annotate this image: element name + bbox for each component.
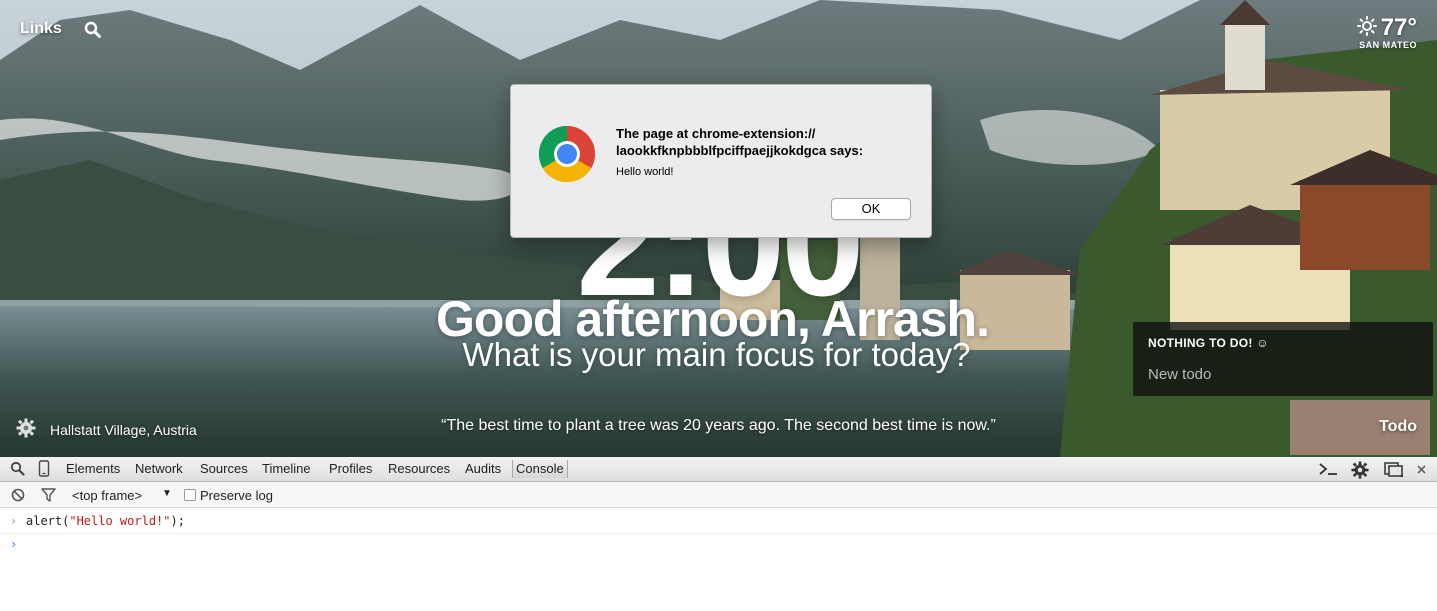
code-string: "Hello world!"	[69, 514, 171, 528]
ok-button[interactable]: OK	[831, 198, 911, 220]
todo-panel: NOTHING TO DO! ☺ New todo	[1133, 322, 1433, 396]
alert-dialog: The page at chrome-extension:// laookkfk…	[510, 84, 932, 238]
search-icon[interactable]	[84, 21, 101, 38]
tab-timeline[interactable]: Timeline	[262, 461, 311, 476]
alert-title-line2: laookkfknpbbblfpciffpaejjkokdgca says:	[616, 143, 864, 158]
tab-network[interactable]: Network	[135, 461, 183, 476]
weather-temperature: 77°	[1380, 14, 1417, 41]
chevron-down-icon[interactable]: ▼	[162, 488, 172, 499]
preserve-log-label: Preserve log	[200, 488, 273, 503]
frame-select[interactable]: <top frame>	[72, 488, 142, 503]
dock-side-icon[interactable]	[1384, 462, 1404, 483]
top-left-links: Links	[20, 20, 101, 38]
console-history-line: › alert("Hello world!");	[0, 511, 1437, 534]
tab-resources[interactable]: Resources	[388, 461, 450, 476]
tab-profiles[interactable]: Profiles	[329, 461, 372, 476]
inspect-search-icon[interactable]	[10, 461, 25, 481]
console-drawer-icon[interactable]	[1318, 462, 1338, 481]
code-prefix: alert(	[26, 514, 70, 528]
console-prompt-line[interactable]: ›	[0, 534, 1437, 556]
close-icon[interactable]	[1416, 462, 1427, 480]
alert-title-line1: The page at chrome-extension://	[616, 126, 816, 141]
quote: “The best time to plant a tree was 20 ye…	[441, 417, 996, 434]
console-command[interactable]: alert("Hello world!");	[26, 514, 185, 528]
links-button[interactable]: Links	[20, 20, 62, 38]
todo-empty-state: NOTHING TO DO! ☺	[1148, 336, 1269, 350]
tab-elements[interactable]: Elements	[66, 461, 120, 476]
sun-icon	[1356, 15, 1377, 41]
weather-location: SAN MATEO	[1359, 40, 1417, 50]
settings-gear-icon[interactable]	[1351, 461, 1369, 484]
device-mode-icon[interactable]	[38, 460, 50, 482]
console-filter-bar: <top frame> ▼ Preserve log	[0, 482, 1437, 508]
tab-sources[interactable]: Sources	[200, 461, 248, 476]
preserve-log-checkbox[interactable]	[184, 489, 196, 501]
new-todo-input[interactable]: New todo	[1148, 366, 1211, 383]
devtools-panel: Elements Network Sources Timeline Profil…	[0, 457, 1437, 611]
alert-title: The page at chrome-extension:// laookkfk…	[616, 125, 916, 159]
code-suffix: );	[170, 514, 185, 528]
tab-audits[interactable]: Audits	[465, 461, 501, 476]
filter-icon[interactable]	[41, 488, 56, 507]
tab-console[interactable]: Console	[512, 460, 568, 478]
todo-button[interactable]: Todo	[1379, 418, 1417, 436]
momentum-new-tab: Links 77° SAN MATEO 2:00 Good afternoon,…	[0, 0, 1437, 457]
devtools-toolbar: Elements Network Sources Timeline Profil…	[0, 457, 1437, 482]
input-chevron-icon: ›	[10, 514, 18, 528]
prompt-chevron-icon: ›	[10, 537, 18, 551]
weather-widget[interactable]: 77° SAN MATEO	[1356, 14, 1417, 50]
chrome-logo-icon	[539, 126, 595, 182]
clear-console-icon[interactable]	[11, 488, 25, 507]
alert-message: Hello world!	[616, 166, 674, 178]
